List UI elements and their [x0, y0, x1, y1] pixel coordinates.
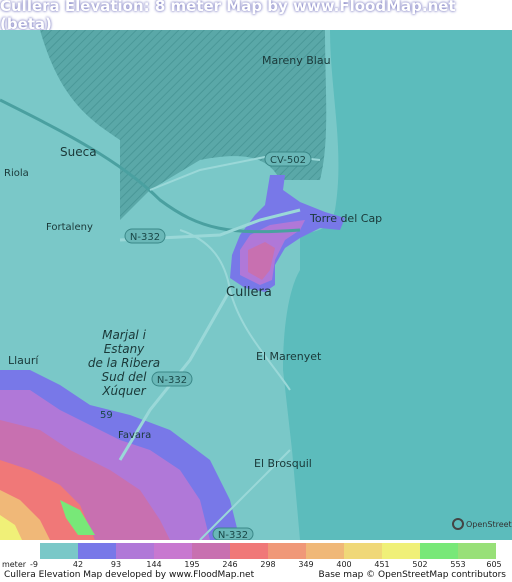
legend-tick: 400	[336, 560, 352, 569]
legend-tick: 502	[412, 560, 428, 569]
footer-basemap-credit: Base map © OpenStreetMap contributors	[318, 570, 506, 580]
road-shield-n332-south: N-332	[212, 527, 254, 540]
svg-text:CV-502: CV-502	[270, 155, 306, 166]
svg-text:de la Ribera: de la Ribera	[88, 356, 160, 370]
legend-tick: 349	[298, 560, 314, 569]
svg-text:Sud del: Sud del	[102, 370, 148, 384]
place-el-marenyet: El Marenyet	[256, 350, 322, 363]
legend-swatch	[154, 543, 192, 559]
road-shield-n332-mid: N-332	[151, 371, 193, 387]
map-title: Cullera Elevation: 8 meter Map by www.Fl…	[0, 0, 512, 33]
legend-tick: 451	[374, 560, 390, 569]
legend-swatch	[78, 543, 116, 559]
legend-tick: 93	[110, 560, 122, 569]
road-shield-cv502: CV-502	[264, 151, 312, 167]
legend-swatch	[40, 543, 78, 559]
legend-tick: 553	[450, 560, 466, 569]
legend-swatch	[230, 543, 268, 559]
svg-text:Estany: Estany	[104, 342, 145, 356]
legend-unit: meter	[1, 560, 27, 569]
place-mareny-blau: Mareny Blau	[262, 54, 331, 67]
legend-tick: 298	[260, 560, 276, 569]
svg-text:Xúquer: Xúquer	[101, 384, 146, 398]
place-riola: Riola	[4, 168, 29, 179]
legend-swatch	[458, 543, 496, 559]
legend-swatch	[344, 543, 382, 559]
svg-text:Marjal i: Marjal i	[102, 328, 146, 342]
legend-swatch	[116, 543, 154, 559]
legend-swatch	[306, 543, 344, 559]
legend-tick: -9	[30, 560, 38, 569]
legend-tick: 42	[72, 560, 84, 569]
place-fortaleny: Fortaleny	[46, 222, 93, 233]
svg-text:N-332: N-332	[157, 375, 187, 386]
place-llauri: Llaurí	[8, 354, 39, 367]
legend-tick: 605	[486, 560, 502, 569]
osm-logo: OpenStreetMap	[452, 518, 512, 530]
legend-tick: 144	[146, 560, 162, 569]
legend-swatch	[420, 543, 458, 559]
place-torre-del-cap: Torre del Cap	[309, 212, 382, 225]
legend-swatch	[268, 543, 306, 559]
place-favara: Favara	[118, 430, 151, 441]
legend-labels: meter -9 42 93 144 195 246 298 349 400 4…	[0, 560, 512, 570]
magnifier-icon	[452, 518, 464, 530]
place-cullera: Cullera	[226, 285, 272, 300]
place-sueca: Sueca	[60, 145, 97, 159]
place-el-brosquil: El Brosquil	[254, 457, 312, 470]
footer-credit: Cullera Elevation Map developed by www.F…	[4, 570, 255, 580]
road-number-label: 59	[100, 410, 113, 421]
legend-swatch	[382, 543, 420, 559]
road-shield-n332-north: N-332	[124, 228, 166, 244]
elevation-map[interactable]: CV-502 N-332 N-332 N-332 59 Mareny Blau …	[0, 30, 512, 540]
svg-text:N-332: N-332	[130, 232, 160, 243]
legend-tick: 195	[184, 560, 200, 569]
legend-swatch	[192, 543, 230, 559]
svg-text:N-332: N-332	[218, 530, 248, 540]
elevation-legend-bar	[40, 543, 496, 559]
legend-tick: 246	[222, 560, 238, 569]
